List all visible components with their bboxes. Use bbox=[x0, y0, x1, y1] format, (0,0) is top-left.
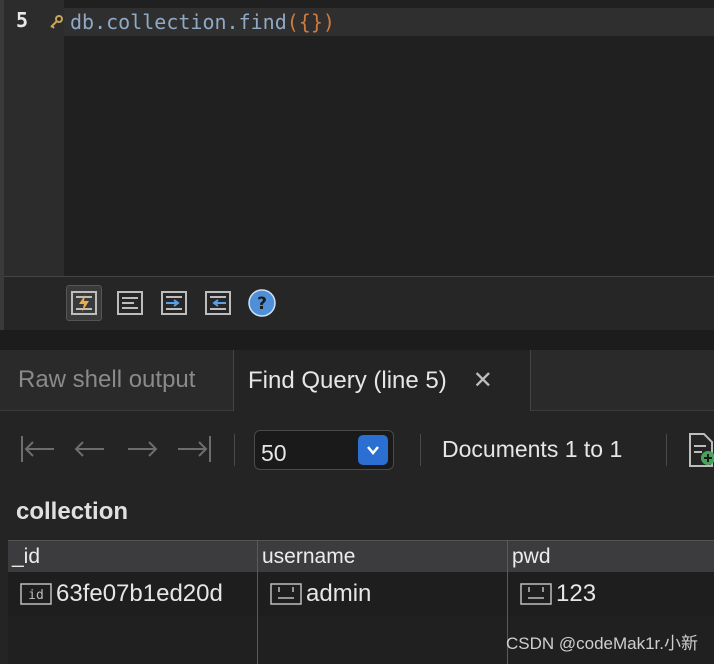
last-page-icon[interactable] bbox=[174, 434, 214, 464]
watermark: CSDN @codeMak1r.小新 bbox=[505, 634, 698, 653]
table-row[interactable]: id 63fe07b1ed20d admin 123 bbox=[8, 572, 714, 616]
previous-page-icon[interactable] bbox=[70, 434, 110, 464]
column-header-id[interactable]: _id bbox=[12, 541, 40, 573]
column-divider[interactable] bbox=[257, 540, 258, 664]
line-number: 5 bbox=[16, 8, 29, 32]
help-button[interactable]: ? bbox=[244, 285, 280, 321]
key-icon bbox=[50, 15, 63, 29]
toolbar-separator bbox=[666, 434, 667, 466]
cell-pwd[interactable]: 123 bbox=[520, 572, 714, 616]
code-line[interactable]: db.collection.find({}) bbox=[70, 8, 335, 36]
tab-find-query[interactable]: Find Query (line 5) ✕ bbox=[233, 350, 531, 411]
column-header-pwd[interactable]: pwd bbox=[512, 541, 551, 573]
line-gutter: 5 bbox=[4, 0, 64, 276]
add-document-icon[interactable] bbox=[688, 432, 714, 468]
step-out-button[interactable] bbox=[200, 285, 236, 321]
username-value: admin bbox=[306, 580, 372, 607]
page-size-value: 50 bbox=[261, 440, 287, 466]
svg-text:?: ? bbox=[257, 294, 267, 314]
column-header-username[interactable]: username bbox=[262, 541, 355, 573]
documents-range: Documents 1 to 1 bbox=[442, 436, 623, 462]
panel-splitter[interactable] bbox=[0, 330, 714, 350]
toolbar-separator bbox=[234, 434, 235, 466]
execute-statement-button[interactable] bbox=[112, 285, 148, 321]
collection-name: collection bbox=[16, 498, 129, 525]
chevron-down-icon[interactable] bbox=[358, 435, 388, 465]
cell-username[interactable]: admin bbox=[270, 572, 506, 616]
grid-header: _id username pwd bbox=[8, 540, 714, 573]
script-editor[interactable]: 5 db.collection.find({}) ? bbox=[0, 0, 714, 330]
step-out-icon bbox=[205, 291, 231, 315]
string-icon bbox=[520, 583, 552, 605]
tab-raw-shell-output[interactable]: Raw shell output bbox=[4, 350, 232, 410]
next-page-icon[interactable] bbox=[122, 434, 162, 464]
svg-text:id: id bbox=[28, 588, 44, 603]
editor-toolbar: ? bbox=[4, 277, 714, 330]
objectid-icon: id bbox=[20, 583, 52, 605]
pwd-value: 123 bbox=[556, 580, 597, 607]
execute-icon bbox=[71, 291, 97, 315]
code-area[interactable]: db.collection.find({}) bbox=[64, 0, 714, 276]
id-value: 63fe07b1ed20d bbox=[56, 580, 223, 607]
code-args: ({}) bbox=[286, 10, 335, 34]
cell-id[interactable]: id 63fe07b1ed20d bbox=[20, 572, 256, 616]
results-tabs: Raw shell output Find Query (line 5) ✕ bbox=[0, 350, 714, 411]
step-into-icon bbox=[161, 291, 187, 315]
help-icon: ? bbox=[248, 289, 276, 317]
page-size-select[interactable]: 50 bbox=[254, 430, 394, 470]
execute-statement-icon bbox=[117, 291, 143, 315]
string-icon bbox=[270, 583, 302, 605]
step-into-button[interactable] bbox=[156, 285, 192, 321]
close-icon[interactable]: ✕ bbox=[473, 366, 493, 395]
tab-label: Find Query (line 5) bbox=[248, 366, 447, 394]
tab-label: Raw shell output bbox=[18, 366, 196, 393]
first-page-icon[interactable] bbox=[18, 434, 58, 464]
code-object: db.collection.find bbox=[70, 10, 287, 34]
toolbar-separator bbox=[420, 434, 421, 466]
execute-button[interactable] bbox=[66, 285, 102, 321]
pagination-bar: 50 Documents 1 to 1 bbox=[0, 420, 714, 482]
results-panel: Raw shell output Find Query (line 5) ✕ 5… bbox=[0, 350, 714, 664]
